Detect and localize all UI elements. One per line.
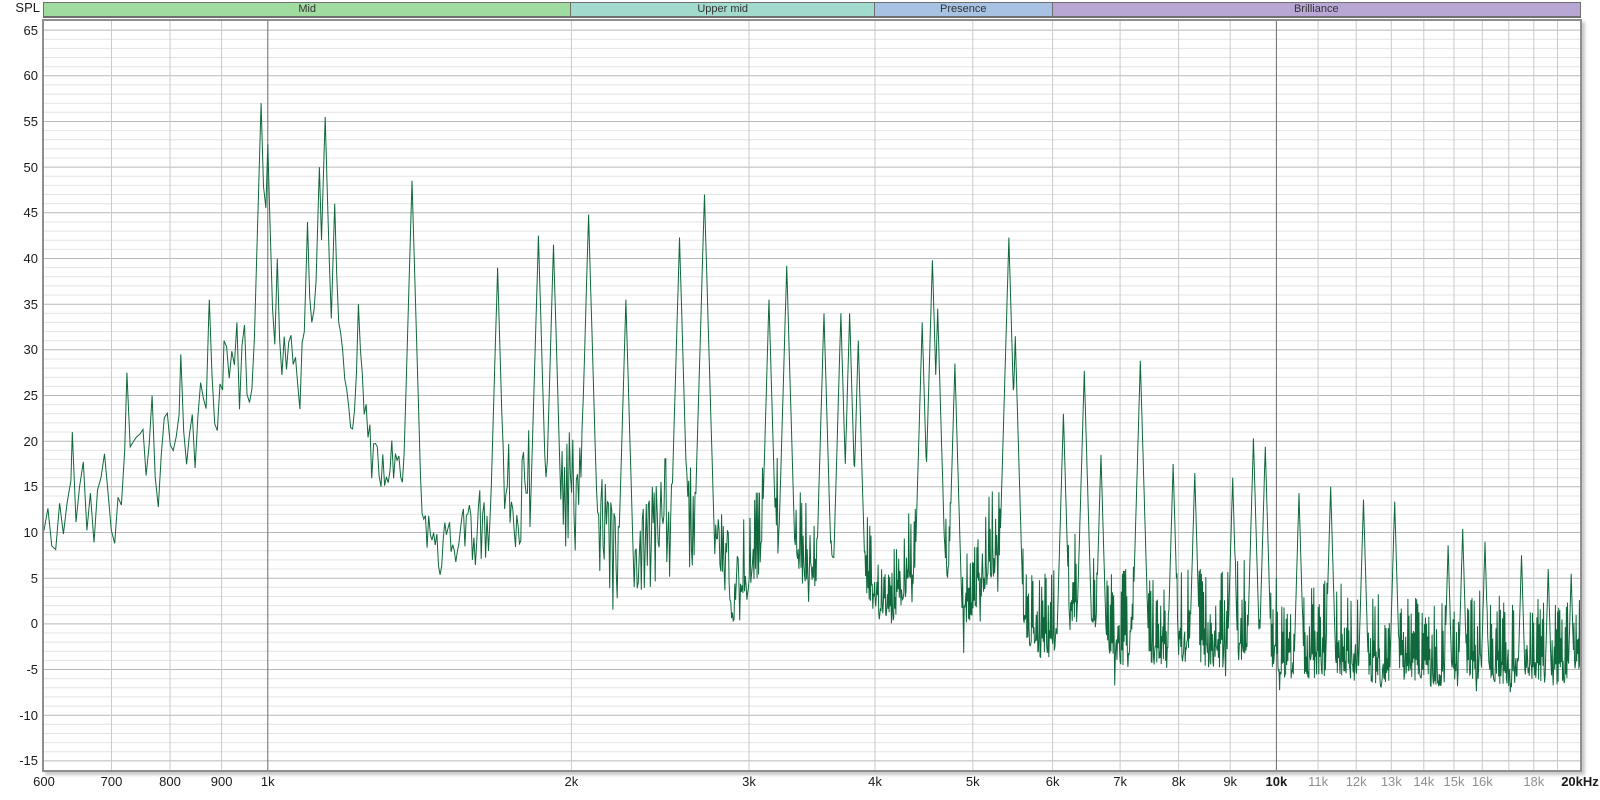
band-segment-brilliance: Brilliance — [1053, 3, 1580, 16]
band-segment-upper-mid: Upper mid — [571, 3, 875, 16]
y-tick-label: 55 — [0, 114, 38, 129]
x-tick-label: 5k — [938, 774, 1008, 789]
y-tick-label: 20 — [0, 434, 38, 449]
y-tick-label: 60 — [0, 68, 38, 83]
band-segment-mid: Mid — [44, 3, 571, 16]
y-tick-label: 45 — [0, 205, 38, 220]
x-tick-label: 6k — [1018, 774, 1088, 789]
y-tick-label: -15 — [0, 753, 38, 768]
y-axis-title: SPL — [0, 0, 40, 15]
x-tick-label: 600 — [9, 774, 79, 789]
y-tick-label: 0 — [0, 616, 38, 631]
spectrum-analyzer: SPL MidUpper midPresenceBrilliance 65 60 5… — [0, 0, 1600, 800]
y-tick-label: 30 — [0, 342, 38, 357]
y-tick-label: -10 — [0, 708, 38, 723]
y-tick-label: 15 — [0, 479, 38, 494]
x-tick-label: 4k — [840, 774, 910, 789]
band-segment-presence: Presence — [875, 3, 1053, 16]
spectrum-trace — [44, 103, 1580, 692]
x-tick-label: 2k — [536, 774, 606, 789]
x-tick-label: 1k — [233, 774, 303, 789]
y-tick-label: 50 — [0, 160, 38, 175]
plot-area — [42, 19, 1582, 772]
y-tick-label: 5 — [0, 571, 38, 586]
y-tick-label: 35 — [0, 297, 38, 312]
frequency-band-bar: MidUpper midPresenceBrilliance — [43, 2, 1581, 18]
spectrum-plot-canvas — [44, 21, 1580, 770]
y-tick-label: 65 — [0, 23, 38, 38]
y-tick-label: 25 — [0, 388, 38, 403]
y-tick-label: -5 — [0, 662, 38, 677]
x-tick-label: 3k — [714, 774, 784, 789]
y-tick-label: 40 — [0, 251, 38, 266]
x-tick-label: 20kHz — [1545, 774, 1600, 789]
y-tick-label: 10 — [0, 525, 38, 540]
